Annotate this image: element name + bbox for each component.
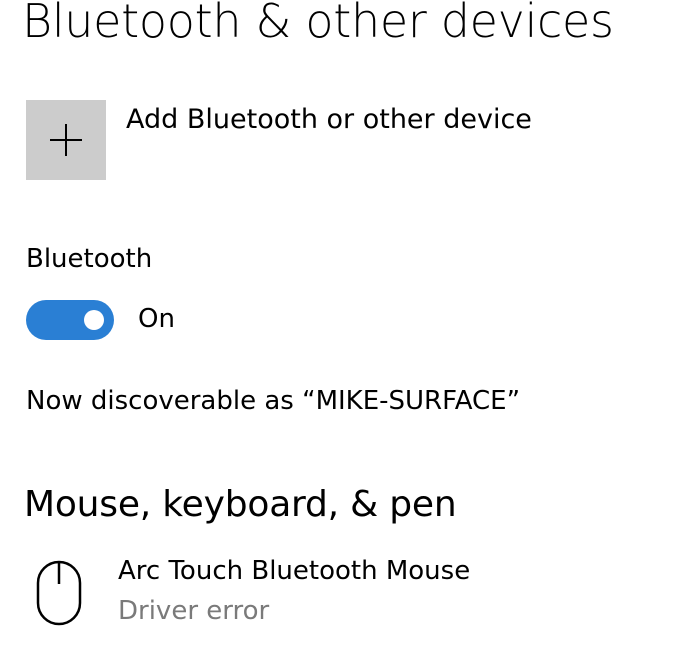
device-name: Arc Touch Bluetooth Mouse	[118, 556, 471, 586]
device-item-arc-touch-mouse[interactable]: Arc Touch Bluetooth Mouse Driver error	[24, 552, 644, 632]
mouse-keyboard-pen-heading: Mouse, keyboard, & pen	[24, 484, 457, 525]
plus-icon	[50, 124, 82, 156]
mouse-icon	[36, 560, 82, 626]
page-title: Bluetooth & other devices	[22, 0, 614, 48]
bluetooth-toggle-state: On	[138, 304, 175, 334]
discoverable-text: Now discoverable as “MIKE-SURFACE”	[26, 386, 521, 416]
add-device-label[interactable]: Add Bluetooth or other device	[126, 104, 532, 135]
add-device-button[interactable]	[26, 100, 106, 180]
bluetooth-label: Bluetooth	[26, 244, 153, 274]
toggle-knob	[84, 310, 104, 330]
bluetooth-toggle[interactable]	[26, 300, 114, 340]
device-status: Driver error	[118, 596, 270, 626]
